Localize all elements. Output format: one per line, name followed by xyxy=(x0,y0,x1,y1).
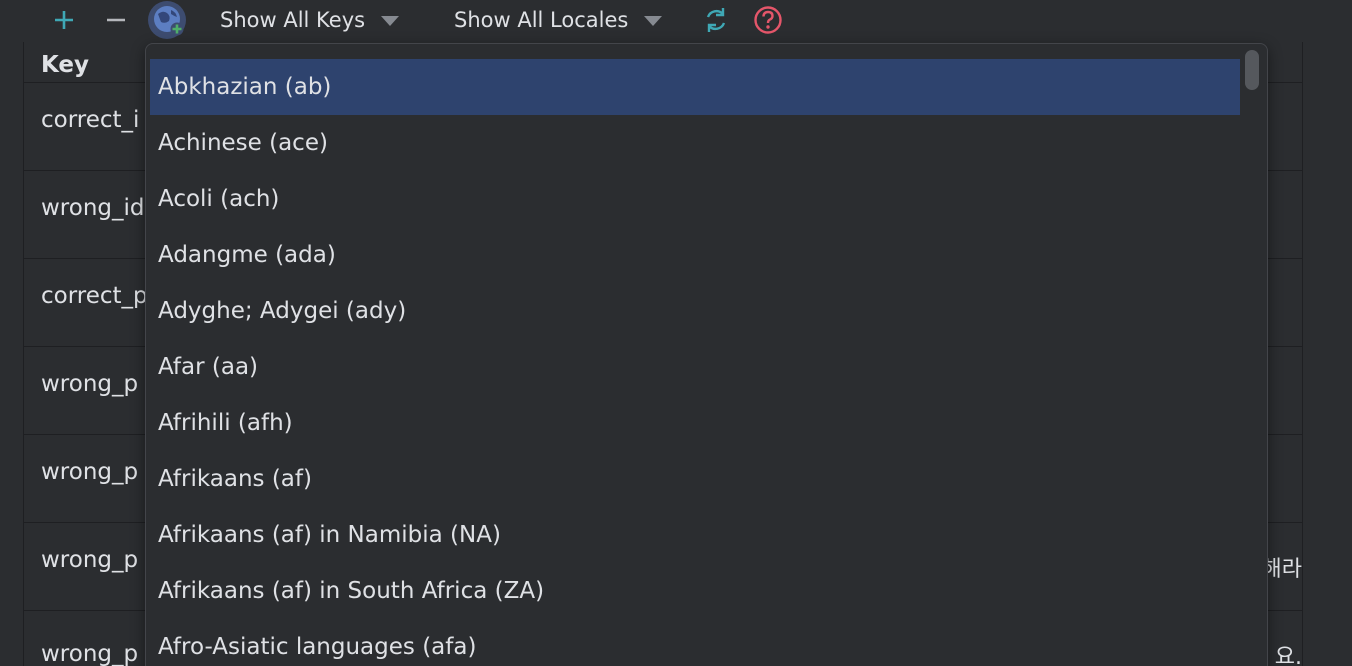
locale-item[interactable]: Afrikaans (af) xyxy=(150,451,1240,507)
help-button[interactable] xyxy=(750,2,786,38)
refresh-icon xyxy=(706,8,726,32)
keys-filter-dropdown[interactable]: Show All Keys xyxy=(220,2,400,38)
toolbar: Show All Keys Show All Locales xyxy=(0,0,1352,42)
row-value-tail: 요. xyxy=(1274,645,1302,666)
globe-add-icon xyxy=(148,1,186,39)
chevron-down-icon xyxy=(644,16,663,26)
row-key: wrong_p xyxy=(41,459,139,485)
locale-item[interactable]: Adangme (ada) xyxy=(150,227,1240,283)
remove-key-button[interactable] xyxy=(98,2,134,38)
row-key: wrong_p xyxy=(41,641,139,666)
minus-icon xyxy=(107,18,125,22)
row-key: wrong_p xyxy=(41,547,139,573)
row-key: wrong_p xyxy=(41,371,139,397)
locale-item[interactable]: Afrikaans (af) in South Africa (ZA) xyxy=(150,563,1240,619)
row-key: correct_p xyxy=(41,283,148,309)
locale-item[interactable]: Afro-Asiatic languages (afa) xyxy=(150,619,1240,666)
resource-bundle-editor: Show All Keys Show All Locales Key corre… xyxy=(0,0,1352,666)
row-key: correct_i xyxy=(41,107,140,133)
key-column-header[interactable]: Key xyxy=(41,52,89,78)
help-icon xyxy=(754,6,782,34)
locale-item[interactable]: Adyghe; Adygei (ady) xyxy=(150,283,1240,339)
popup-scrollbar-thumb[interactable] xyxy=(1245,50,1259,90)
locales-filter-dropdown[interactable]: Show All Locales xyxy=(454,2,663,38)
plus-icon xyxy=(55,11,73,29)
add-key-button[interactable] xyxy=(46,2,82,38)
add-locale-button[interactable] xyxy=(146,1,188,39)
chevron-down-icon xyxy=(381,16,400,26)
locale-item[interactable]: Afar (aa) xyxy=(150,339,1240,395)
locale-item[interactable]: Afrihili (afh) xyxy=(150,395,1240,451)
locale-item[interactable]: Abkhazian (ab) xyxy=(150,59,1240,115)
keys-filter-label: Show All Keys xyxy=(220,8,366,32)
locale-item[interactable]: Achinese (ace) xyxy=(150,115,1240,171)
locale-chooser-popup: Abkhazian (ab) Achinese (ace) Acoli (ach… xyxy=(145,43,1268,666)
row-key: wrong_id xyxy=(41,195,145,221)
locale-item[interactable]: Afrikaans (af) in Namibia (NA) xyxy=(150,507,1240,563)
popup-scrollbar[interactable] xyxy=(1247,48,1261,666)
refresh-button[interactable] xyxy=(700,2,732,38)
locales-filter-label: Show All Locales xyxy=(454,8,629,32)
locale-item[interactable]: Acoli (ach) xyxy=(150,171,1240,227)
